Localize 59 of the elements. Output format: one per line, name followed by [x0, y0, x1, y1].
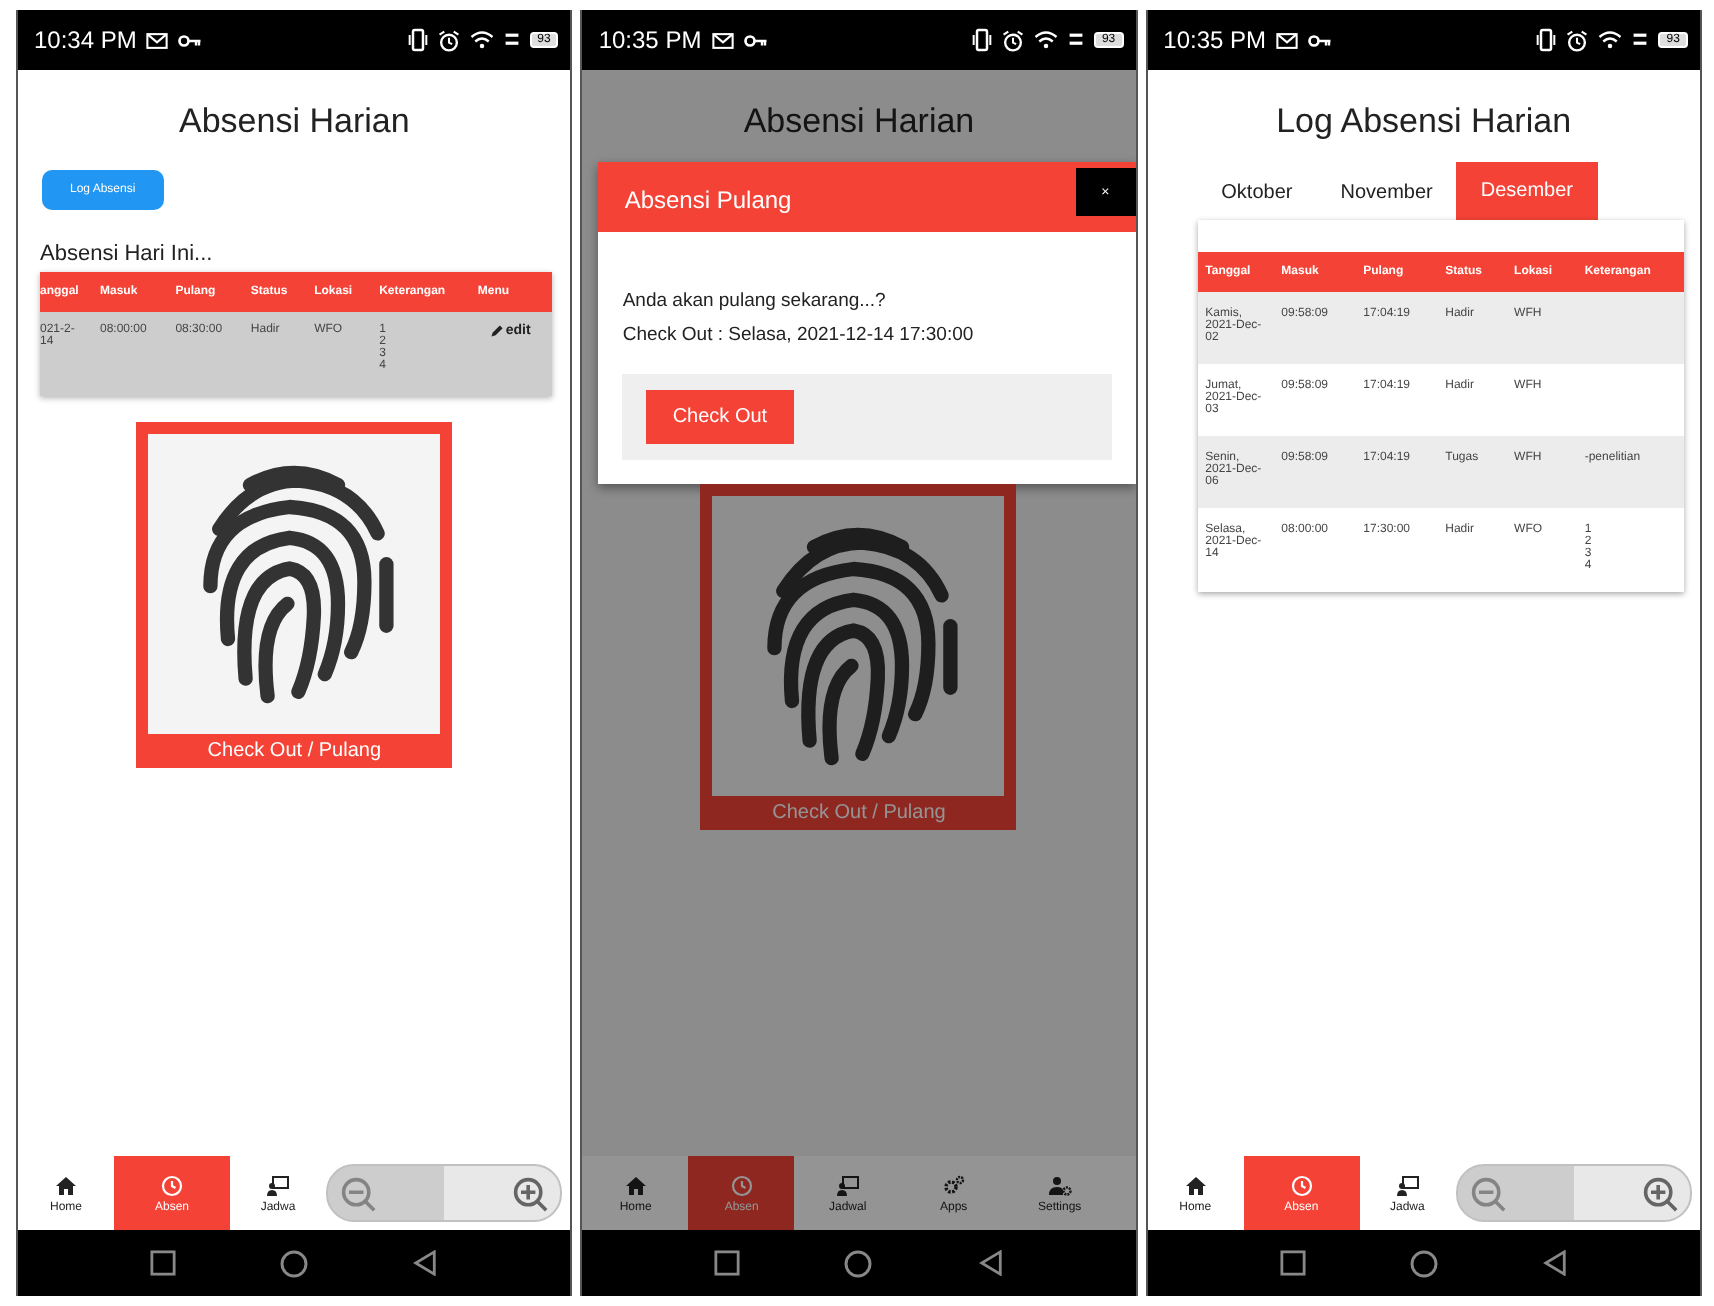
- wifi-icon: [1033, 30, 1058, 50]
- month-tab[interactable]: Oktober: [1197, 166, 1317, 220]
- page-title: Log Absensi Harian: [1274, 102, 1574, 142]
- vibrate-icon: [971, 28, 992, 52]
- home-icon: [623, 1173, 648, 1197]
- status-time: 10:34 PM: [34, 26, 137, 54]
- home-circle-icon: [280, 1249, 309, 1277]
- recent-apps-icon: [714, 1250, 741, 1276]
- page-title: Absensi Harian: [741, 102, 977, 142]
- person-board-icon: [835, 1173, 860, 1197]
- zoom-in-icon: [512, 1175, 549, 1211]
- mail-icon: [146, 31, 169, 49]
- zoom-control[interactable]: [326, 1164, 563, 1222]
- vibrate-icon: [1536, 28, 1557, 52]
- month-tab[interactable]: November: [1316, 166, 1457, 220]
- dialog-text: Check Out : Selasa, 2021-12-14 17:30:00: [622, 322, 976, 350]
- home-icon: [54, 1173, 78, 1197]
- vibrate-icon: [407, 28, 428, 52]
- card-caption: Check Out / Pulang: [770, 800, 948, 828]
- back-icon: [1541, 1250, 1568, 1276]
- zoom-out-icon: [1469, 1175, 1506, 1211]
- mail-icon: [1276, 31, 1299, 49]
- wifi-icon: [1598, 30, 1623, 50]
- alarm-icon: [1566, 29, 1589, 51]
- recent-apps-icon: [1279, 1250, 1306, 1276]
- key-icon: [743, 33, 768, 47]
- person-board-icon: [1395, 1173, 1420, 1197]
- dialog-title: Absensi Pulang: [624, 186, 792, 214]
- check-out-button[interactable]: Check Out: [646, 390, 794, 444]
- zoom-in-icon: [1641, 1175, 1678, 1211]
- home-icon: [1183, 1173, 1208, 1197]
- status-time: 10:35 PM: [1163, 26, 1267, 54]
- home-circle-icon: [1409, 1249, 1438, 1277]
- home-circle-icon: [844, 1249, 873, 1277]
- page-title: Absensi Harian: [177, 102, 412, 142]
- user-gear-icon: [1047, 1173, 1072, 1197]
- clock-icon: [729, 1173, 754, 1197]
- back-icon: [977, 1250, 1004, 1276]
- section-title: Absensi Hari Ini...: [40, 242, 215, 266]
- back-icon: [412, 1250, 439, 1276]
- zoom-out-icon: [340, 1175, 376, 1211]
- mail-icon: [711, 31, 734, 49]
- clock-icon: [160, 1173, 184, 1197]
- fingerprint-card[interactable]: Check Out / Pulang: [136, 422, 453, 768]
- person-board-icon: [266, 1173, 290, 1197]
- recent-apps-icon: [150, 1250, 177, 1276]
- zoom-control[interactable]: [1455, 1164, 1692, 1222]
- pencil-icon: [489, 324, 504, 338]
- alarm-icon: [1001, 29, 1024, 51]
- alarm-icon: [437, 29, 460, 51]
- key-icon: [1308, 33, 1333, 47]
- month-tab[interactable]: Desember: [1456, 162, 1598, 220]
- wifi-icon: [469, 30, 494, 50]
- gears-icon: [941, 1173, 966, 1197]
- dialog-text: Anda akan pulang sekarang...?: [622, 288, 888, 316]
- card-caption: Check Out / Pulang: [205, 738, 384, 766]
- clock-icon: [1289, 1173, 1314, 1197]
- status-time: 10:35 PM: [598, 26, 702, 54]
- key-icon: [178, 33, 203, 47]
